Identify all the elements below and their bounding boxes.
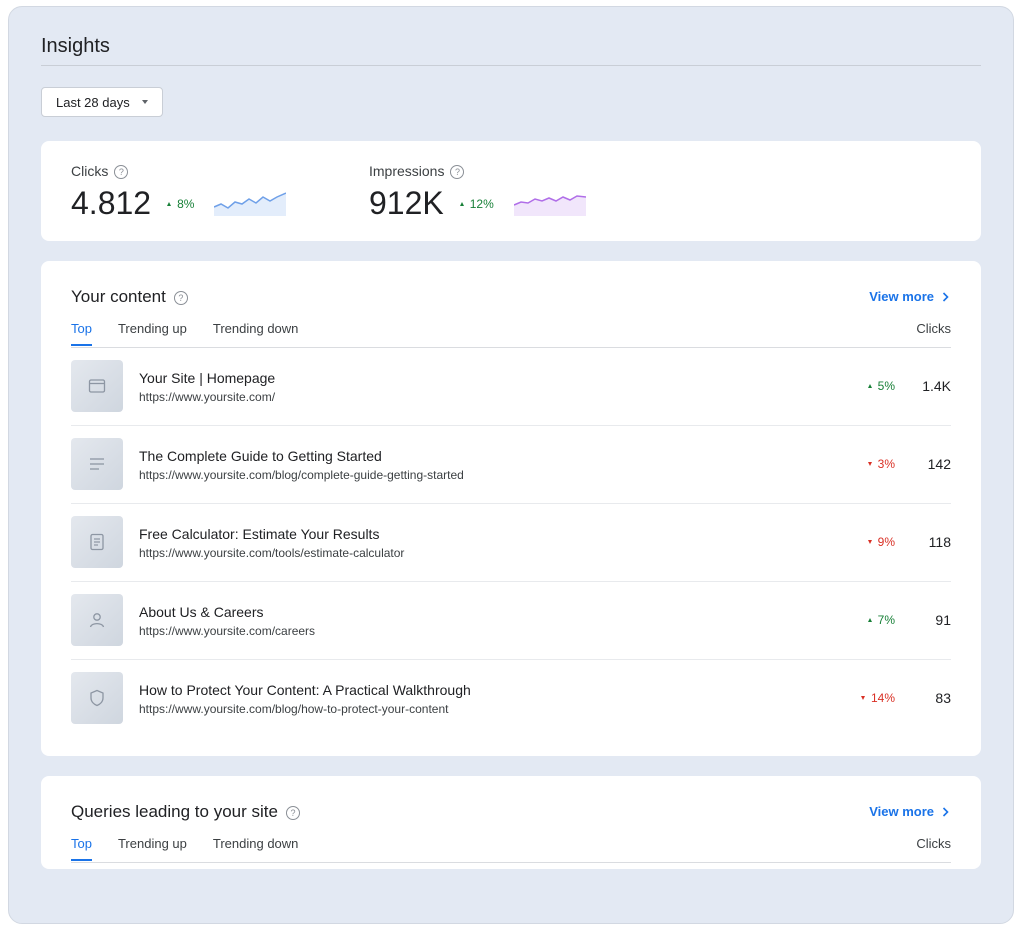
insights-panel: Insights Last 28 days Clicks? 4.812 8% I… [8,6,1014,924]
item-delta: 14% [860,691,895,705]
item-delta-value: 14% [870,691,895,705]
stat-delta-value: 8% [177,196,195,211]
tab-top[interactable]: Top [71,836,92,861]
item-clicks: 83 [935,690,951,706]
column-header-clicks: Clicks [916,836,951,851]
list-item[interactable]: How to Protect Your Content: A Practical… [71,660,951,737]
browser-window-icon [88,379,106,393]
item-clicks: 1.4K [922,378,951,394]
stat-impressions: Impressions? 912K 12% [369,163,586,222]
item-url: https://www.yoursite.com/blog/how-to-pro… [139,702,449,716]
item-clicks: 142 [927,456,951,472]
stat-delta: 8% [167,197,194,211]
list-item[interactable]: The Complete Guide to Getting Started ht… [71,426,951,504]
date-range-dropdown[interactable]: Last 28 days [41,87,163,117]
arrow-down-icon [867,540,872,544]
queries-tabs: Top Trending up Trending down [71,836,324,861]
page-thumbnail [71,360,123,412]
header-divider [41,65,981,66]
arrow-down-icon [867,462,872,466]
stat-clicks: Clicks? 4.812 8% [71,163,287,222]
item-delta-value: 3% [877,457,895,471]
chevron-right-icon [942,291,949,302]
item-delta: 3% [867,457,895,471]
stat-value: 912K [369,185,444,222]
stat-delta-value: 12% [469,196,494,211]
item-delta: 5% [867,379,895,393]
view-more-label: View more [869,289,934,304]
item-delta-value: 5% [877,379,895,393]
item-title: The Complete Guide to Getting Started [139,448,382,464]
tab-top[interactable]: Top [71,321,92,346]
arrow-up-icon [167,201,172,206]
item-delta: 7% [867,613,895,627]
tabs-divider [71,862,951,863]
page-thumbnail [71,672,123,724]
item-delta: 9% [867,535,895,549]
item-url: https://www.yoursite.com/tools/estimate-… [139,546,405,560]
help-icon[interactable]: ? [450,165,465,180]
person-icon [89,613,105,628]
tab-trending-up[interactable]: Trending up [118,321,187,346]
shield-icon [90,689,104,707]
arrow-up-icon [867,618,872,622]
stat-label: Impressions [369,163,445,179]
list-item[interactable]: Free Calculator: Estimate Your Results h… [71,504,951,582]
sparkline-clicks [214,192,287,216]
column-header-clicks: Clicks [916,321,951,336]
card-title-text: Your content [71,287,166,306]
item-title: How to Protect Your Content: A Practical… [139,682,471,698]
sparkline-area [214,192,287,216]
help-icon[interactable]: ? [173,290,188,305]
stat-delta: 12% [459,196,494,211]
page-thumbnail [71,438,123,490]
content-card-title: Your content? [71,287,188,307]
item-title: Your Site | Homepage [139,370,276,386]
list-item[interactable]: Your Site | Homepage https://www.yoursit… [71,348,951,426]
item-delta-value: 9% [877,535,895,549]
queries-card-title: Queries leading to your site? [71,802,300,822]
tab-trending-up[interactable]: Trending up [118,836,187,861]
chevron-right-icon [942,806,949,817]
item-title: Free Calculator: Estimate Your Results [139,526,380,542]
tab-trending-down[interactable]: Trending down [213,836,299,861]
view-more-label: View more [869,804,934,819]
list-item[interactable]: About Us & Careers https://www.yoursite.… [71,582,951,660]
content-tabs: Top Trending up Trending down [71,321,324,346]
item-url: https://www.yoursite.com/ [139,390,276,404]
item-delta-value: 7% [877,613,895,627]
article-lines-icon [90,458,104,470]
content-card: Your content? View more Top Trending up … [41,261,981,756]
page-thumbnail [71,594,123,646]
item-url: https://www.yoursite.com/blog/complete-g… [139,468,464,482]
view-more-queries-link[interactable]: View more [869,804,949,819]
help-icon[interactable]: ? [285,805,300,820]
item-title: About Us & Careers [139,604,264,620]
item-clicks: 118 [928,534,951,550]
summary-card: Clicks? 4.812 8% Impressions? 912K 12% [41,141,981,241]
queries-card: Queries leading to your site? View more … [41,776,981,869]
help-icon[interactable]: ? [114,165,129,180]
arrow-up-icon [867,384,872,388]
page-thumbnail [71,516,123,568]
view-more-content-link[interactable]: View more [869,289,949,304]
page-title: Insights [41,35,110,57]
sparkline-impressions [513,195,586,216]
arrow-up-icon [459,201,464,206]
content-list: Your Site | Homepage https://www.yoursit… [71,348,951,737]
item-clicks: 91 [935,612,951,628]
card-title-text: Queries leading to your site [71,802,278,821]
tab-trending-down[interactable]: Trending down [213,321,299,346]
document-icon [90,533,104,551]
date-range-label: Last 28 days [56,94,130,110]
arrow-down-icon [860,696,865,700]
item-url: https://www.yoursite.com/careers [139,624,316,638]
stat-label: Clicks [71,163,109,179]
stat-value: 4.812 [71,185,152,222]
caret-down-icon [141,100,148,104]
